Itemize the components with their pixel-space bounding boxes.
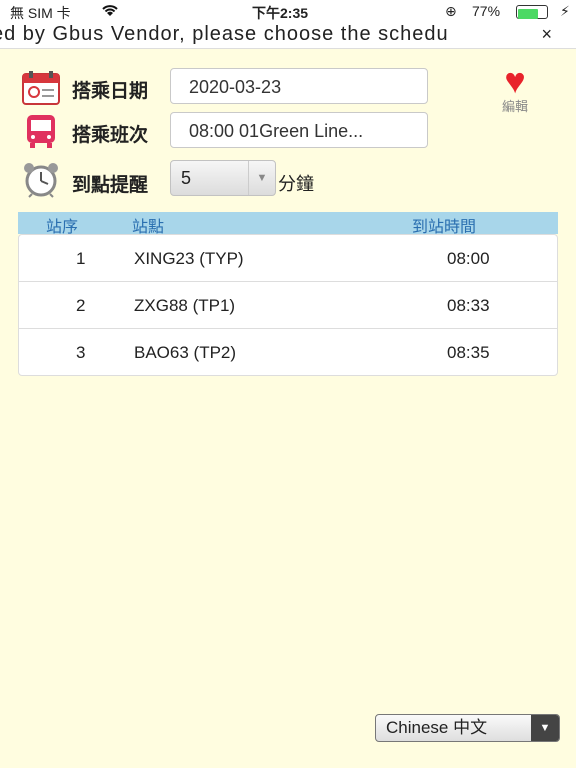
- stop-time: 08:35: [447, 343, 490, 362]
- column-header-stop: 站點: [132, 219, 165, 236]
- clock-time: 下午2:35: [252, 5, 309, 21]
- language-select[interactable]: Chinese 中文 ▼: [375, 714, 560, 742]
- route-label: 搭乘班次: [72, 125, 149, 146]
- battery-percentage: 77%: [472, 3, 501, 19]
- carrier-label: 無 SIM 卡: [10, 5, 71, 21]
- close-banner-button[interactable]: ×: [541, 24, 552, 45]
- wifi-icon: [100, 3, 120, 20]
- route-field[interactable]: 08:00 01Green Line...: [170, 112, 428, 148]
- language-value: Chinese 中文: [386, 718, 488, 737]
- reminder-label: 到點提醒: [72, 175, 149, 196]
- table-row[interactable]: 2 ZXG88 (TP1) 08:33: [19, 282, 557, 329]
- chevron-down-icon: ▼: [531, 715, 559, 741]
- date-field[interactable]: 2020-03-23: [170, 68, 428, 104]
- alarm-clock-icon: [20, 160, 62, 198]
- stop-name: ZXG88 (TP1): [134, 296, 236, 315]
- table-body: 1 XING23 (TYP) 08:00 2 ZXG88 (TP1) 08:33…: [18, 234, 558, 376]
- orientation-lock-icon: ⊕: [445, 3, 457, 19]
- table-row[interactable]: 1 XING23 (TYP) 08:00: [19, 235, 557, 282]
- table-row[interactable]: 3 BAO63 (TP2) 08:35: [19, 329, 557, 375]
- column-header-seq: 站序: [46, 219, 79, 236]
- column-header-time: 到站時間: [412, 219, 477, 236]
- stop-seq: 1: [76, 249, 86, 268]
- charging-icon: ⚡: [560, 3, 570, 19]
- stop-name: XING23 (TYP): [134, 249, 244, 268]
- schedule-table: 站序 站點 到站時間 1 XING23 (TYP) 08:00 2 ZXG88 …: [18, 212, 558, 376]
- table-header: 站序 站點 到站時間: [18, 212, 558, 236]
- reminder-value: 5: [181, 168, 192, 188]
- announcement-text: ed by Gbus Vendor, please choose the sch…: [0, 23, 449, 45]
- calendar-icon: [20, 70, 62, 106]
- status-bar: 無 SIM 卡 下午2:35 ⊕ 77% ⚡: [0, 0, 576, 22]
- stop-time: 08:33: [447, 296, 490, 315]
- battery-fill: [518, 9, 539, 19]
- heart-icon: ♥: [504, 60, 526, 101]
- reminder-unit: 分鐘: [278, 174, 314, 194]
- favorite-button[interactable]: ♥ 編輯: [492, 60, 538, 115]
- stop-time: 08:00: [447, 249, 490, 268]
- announcement-banner: ed by Gbus Vendor, please choose the sch…: [0, 22, 576, 49]
- date-label: 搭乘日期: [72, 81, 149, 102]
- favorite-label: 編輯: [501, 99, 528, 114]
- reminder-select[interactable]: 5 ▼: [170, 160, 276, 196]
- stop-seq: 2: [76, 296, 86, 315]
- stop-name: BAO63 (TP2): [134, 343, 237, 362]
- chevron-down-icon: ▼: [248, 161, 275, 195]
- bus-icon: [20, 113, 62, 149]
- stop-seq: 3: [76, 343, 86, 362]
- battery-icon: [516, 5, 548, 19]
